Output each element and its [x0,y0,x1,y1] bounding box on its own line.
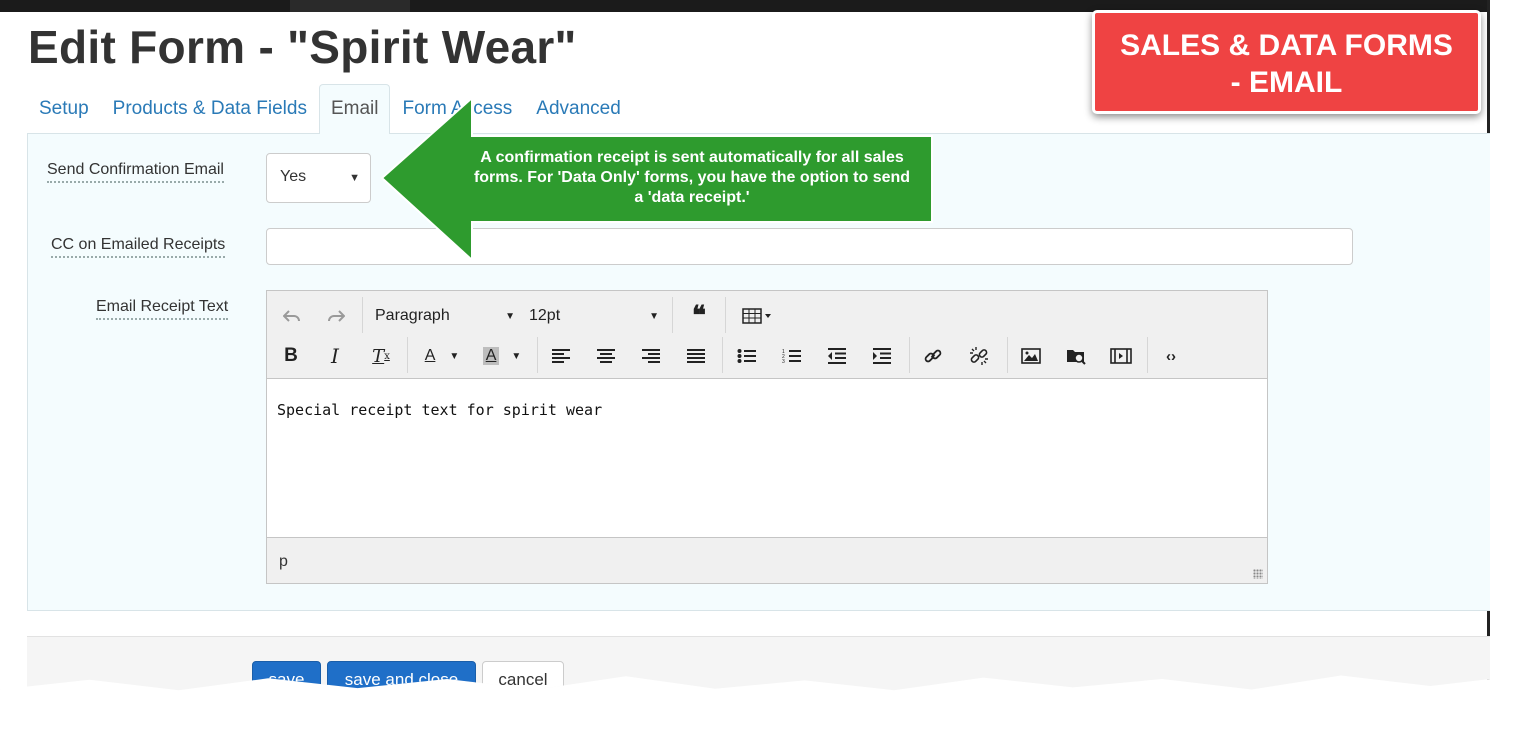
align-right-icon[interactable] [637,343,665,369]
badge-line-2: - EMAIL [1230,66,1343,99]
font-size-dropdown[interactable]: 12pt ▼ [529,303,659,329]
link-icon[interactable] [919,343,947,369]
clear-formatting-icon[interactable]: Tx [367,343,395,369]
bullet-list-icon[interactable] [733,343,761,369]
source-code-icon[interactable]: ‹› [1157,343,1185,369]
media-icon[interactable] [1107,343,1135,369]
svg-text:3: 3 [782,359,785,364]
chevron-down-icon: ▼ [505,310,515,322]
callout-text: A confirmation receipt is sent automatic… [473,149,911,206]
blockquote-icon[interactable]: ❝ [685,301,713,331]
block-format-dropdown[interactable]: Paragraph ▼ [375,303,515,329]
editor-statusbar: p [267,537,1267,583]
font-size-value: 12pt [529,307,561,324]
email-receipt-text-label: Email Receipt Text [96,298,229,320]
send-confirmation-value: Yes [280,168,307,185]
editor-toolbar: Paragraph ▼ 12pt ▼ ❝ B I Tx A ▼ A ▼ 1 2 … [267,291,1267,379]
justify-icon[interactable] [682,343,710,369]
block-format-value: Paragraph [375,307,450,324]
align-center-icon[interactable] [592,343,620,369]
align-left-icon[interactable] [547,343,575,369]
numbered-list-icon[interactable]: 123 [778,343,806,369]
background-color-icon[interactable]: A ▼ [477,343,527,369]
text-color-icon[interactable]: A ▼ [417,343,467,369]
send-confirmation-label: Send Confirmation Email [47,161,224,183]
indent-icon[interactable] [868,343,896,369]
file-browser-icon[interactable] [1062,343,1090,369]
italic-icon[interactable]: I [323,343,347,369]
bold-icon[interactable]: B [279,343,303,369]
dropdown-caret-icon: ▼ [349,172,360,184]
rich-text-editor: Paragraph ▼ 12pt ▼ ❝ B I Tx A ▼ A ▼ 1 2 … [266,290,1268,584]
resize-handle-icon[interactable] [1253,569,1263,579]
tab-setup[interactable]: Setup [27,84,101,134]
unlink-icon[interactable] [965,343,993,369]
badge-line-1: SALES & DATA FORMS [1120,29,1453,62]
redo-icon[interactable] [323,303,349,329]
page-title: Edit Form - "Spirit Wear" [28,21,577,73]
element-path[interactable]: p [279,553,288,570]
image-icon[interactable] [1017,343,1045,369]
table-icon[interactable] [737,303,777,329]
chevron-down-icon: ▼ [649,310,659,322]
send-confirmation-select[interactable]: Yes ▼ [266,153,371,203]
editor-content[interactable]: Special receipt text for spirit wear [267,379,1267,537]
cancel-button[interactable]: cancel [482,661,564,691]
section-badge: SALES & DATA FORMS - EMAIL [1092,10,1481,114]
save-and-close-button[interactable]: save and close [327,661,476,691]
save-button[interactable]: save [252,661,321,691]
form-footer [27,636,1490,691]
outdent-icon[interactable] [823,343,851,369]
cc-receipts-label: CC on Emailed Receipts [51,236,226,258]
undo-icon[interactable] [279,303,305,329]
tab-products-data-fields[interactable]: Products & Data Fields [101,84,319,134]
